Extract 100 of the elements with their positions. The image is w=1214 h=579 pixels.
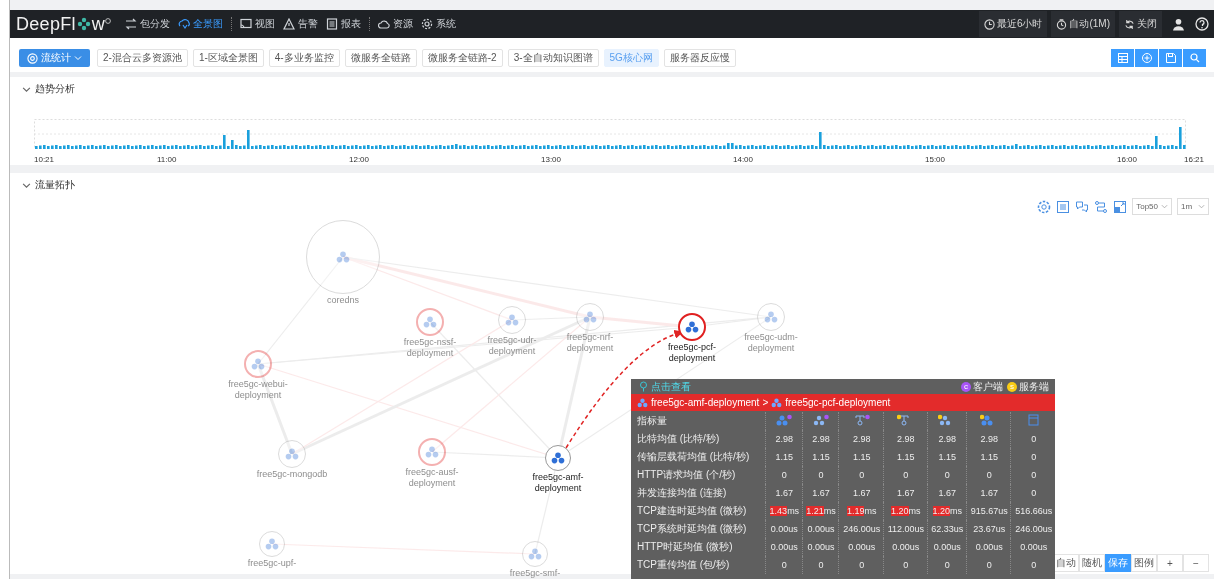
node-label: free5gc-amf-deployment (531, 472, 585, 494)
view-tab[interactable]: 服务器反应慢 (663, 49, 736, 67)
metric-value: 1.67 (812, 488, 830, 498)
table-header: 指标量 (637, 415, 667, 426)
metric-value: 0.00us (1020, 542, 1048, 552)
time-label: 16:00 (1117, 155, 1138, 164)
path-separator: > (762, 397, 769, 408)
metric-value: 2.98 (775, 434, 794, 444)
nav-item[interactable]: 系统 (421, 17, 457, 31)
legend-label: 客户端 (973, 379, 1003, 394)
metric-value: 0 (781, 470, 787, 480)
metric-value: 0.00us (892, 542, 920, 552)
view-tab[interactable]: 微服务全链路 (344, 49, 417, 67)
node-label: free5gc-upf- (246, 558, 298, 569)
metric-name: 比特均值 (比特/秒) (637, 433, 720, 444)
node-label: free5gc-pcf-deployment (667, 342, 717, 364)
node-label: free5gc-nssf-deployment (402, 337, 458, 359)
metric-value: 1.15 (897, 452, 915, 462)
metric-value: 2.98 (852, 434, 871, 444)
metric-value: 1.67 (980, 488, 998, 498)
node-label: coredns (326, 295, 360, 306)
graph-control-button[interactable]: 随机 (1079, 554, 1105, 572)
header-control[interactable]: 自动(1M) (1051, 11, 1115, 37)
view-tab[interactable]: 4-多业务监控 (268, 49, 340, 67)
metric-value: 1.67 (938, 488, 957, 498)
target-name: free5gc-pcf-deployment (785, 397, 891, 408)
metric-value: 62.33us (931, 524, 964, 534)
nav-item[interactable]: 告警 (283, 17, 319, 31)
metric-name: 并发连接均值 (连接) (637, 487, 727, 498)
metric-value: 0 (903, 560, 909, 570)
time-label: 11:00 (157, 155, 177, 164)
view-tab[interactable]: 2-混合云多资源池 (97, 49, 188, 67)
metric-value: 0 (1031, 560, 1037, 570)
metric-value: 1.15 (938, 452, 957, 462)
metric-value: 0.00us (848, 542, 876, 552)
metric-value: 1.15 (775, 452, 794, 462)
metric-value: 915.67us (970, 506, 1008, 516)
metric-value: 0 (1031, 434, 1037, 444)
view-tab[interactable]: 1-区域全景图 (192, 49, 264, 67)
node-label: free5gc-smf- (508, 568, 562, 579)
node-label: free5gc-nrf-deployment (565, 332, 615, 354)
metric-value: 0 (903, 470, 909, 480)
metric-value: 0 (1031, 488, 1037, 498)
metric-name: HTTP时延均值 (微秒) (637, 541, 733, 552)
metric-value: 0.00us (770, 542, 798, 552)
header-control[interactable]: 最近6小时 (978, 11, 1048, 37)
metric-value: 1.15 (812, 452, 830, 462)
graph-control-button[interactable]: 图例 (1131, 554, 1157, 572)
metric-value: 246.00us (843, 524, 881, 534)
metric-value: 246.00us (1015, 524, 1053, 534)
section-title: 趋势分析 (35, 82, 75, 96)
metric-value: 0 (944, 560, 950, 570)
metric-value: 1.15 (852, 452, 871, 462)
nav-item[interactable]: 视图 (240, 17, 276, 31)
metric-value: 0.00us (807, 524, 835, 534)
legend-badge: c (961, 381, 971, 392)
metric-value: 0.00us (770, 524, 798, 534)
metric-value: 2.98 (938, 434, 957, 444)
metric-value: 1.15 (980, 452, 998, 462)
legend-label: 服务端 (1019, 379, 1049, 394)
metric-value: 0.00us (975, 542, 1003, 552)
metric-value: 0.00us (807, 542, 835, 552)
metric-value: 112.00us (887, 524, 924, 534)
metric-value: 23.67us (973, 524, 1006, 534)
graph-control-button[interactable]: − (1183, 554, 1209, 572)
metric-name: TCP系统时延均值 (微秒) (637, 523, 747, 534)
view-tab[interactable]: 3-全自动知识图谱 (507, 49, 599, 67)
interval-select[interactable]: 1m (1177, 198, 1209, 215)
metric-value: 1.43ms (769, 506, 800, 516)
metric-name: TCP重传均值 (包/秒) (637, 559, 730, 570)
metric-value: 0 (1031, 452, 1037, 462)
metric-value: 0 (986, 470, 992, 480)
nav-item[interactable]: 包分发 (125, 17, 171, 31)
node-label: free5gc-mongodb (255, 469, 329, 480)
nav-item[interactable]: 资源 (378, 17, 414, 31)
metric-value: 0 (944, 470, 950, 480)
time-label: 15:00 (925, 155, 946, 164)
node-label: free5gc-ausf-deployment (404, 467, 460, 489)
time-label: 12:00 (349, 155, 370, 164)
top-n-select[interactable]: Top50 (1132, 198, 1172, 215)
graph-control-button[interactable]: 自动 (1053, 554, 1079, 572)
header-control[interactable]: 关闭 (1119, 11, 1162, 37)
metric-value: 0 (859, 470, 865, 480)
metric-value: 2.98 (897, 434, 915, 444)
time-label: 16:21 (1184, 155, 1205, 164)
tooltip-hint[interactable]: 点击查看 (639, 379, 691, 394)
legend-badge: s (1007, 381, 1017, 392)
metric-value: 0 (818, 470, 824, 480)
metric-value: 0 (859, 560, 865, 570)
metric-name: TCP建连时延均值 (微秒) (637, 505, 747, 516)
metric-value: 2.98 (980, 434, 998, 444)
nav-item[interactable]: 全景图 (178, 17, 224, 31)
nav-item[interactable]: 报表 (326, 17, 362, 31)
graph-control-button[interactable]: + (1157, 554, 1183, 572)
metric-value: 1.20ms (891, 506, 921, 516)
node-label: free5gc-webui-deployment (227, 379, 289, 401)
metric-value: 1.19ms (846, 506, 877, 516)
view-tab[interactable]: 微服务全链路-2 (421, 49, 503, 67)
logo-text: DeepFl (16, 13, 76, 35)
source-name: free5gc-amf-deployment (651, 397, 760, 408)
